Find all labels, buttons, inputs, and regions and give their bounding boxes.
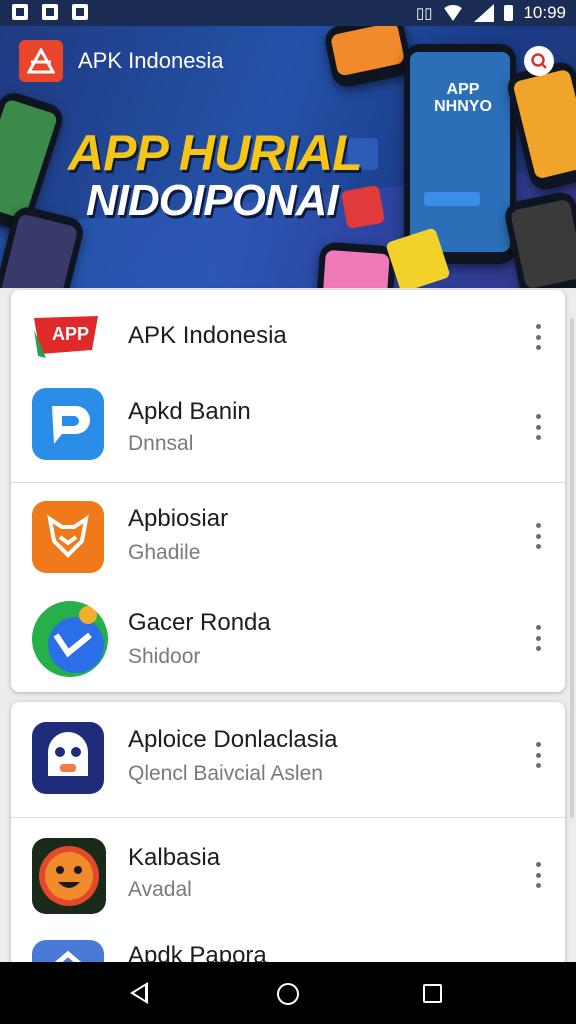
app-subtitle: Ghadile [128,541,201,564]
notification-icons [12,4,88,20]
message-notification-icon [72,4,88,20]
app-title: APK Indonesia [78,48,224,73]
more-vertical-icon[interactable] [533,742,543,768]
app-list-card: Aploice Donlaclasia Qlencl Baivcial Asle… [11,702,565,972]
app-brand-icon: APP [32,310,104,360]
phone-illustration [0,203,87,288]
banner-headline: APP HURIAL [68,125,363,181]
app-subtitle: Dnnsal [128,432,194,455]
app-subtitle: Avadal [128,878,192,901]
banner-subheadline: NIDOIPONAI [86,176,339,225]
list-item[interactable]: Apkd Banin Dnnsal [11,374,565,482]
navigation-bar [0,962,576,1024]
app-name: Apkd Banin [128,398,251,425]
app-name: Gacer Ronda [128,609,271,636]
more-vertical-icon[interactable] [533,414,543,440]
search-icon[interactable] [524,46,554,76]
fox-shield-icon [32,501,104,573]
list-item[interactable]: Aploice Donlaclasia Qlencl Baivcial Asle… [11,702,565,817]
wifi-icon [442,5,465,21]
app-list-card: APP APK Indonesia Apkd Banin Dnnsal Apbi… [11,290,565,692]
system-icons: ▯▯ 10:99 [416,3,566,23]
chat-badge-icon [32,601,108,677]
status-bar: ▯▯ 10:99 [0,0,576,26]
smiley-face-icon [32,838,106,914]
app-tile-icon [340,184,386,230]
app-name: Kalbasia [128,844,221,871]
list-item[interactable]: Apbiosiar Ghadile [11,483,565,591]
more-vertical-icon[interactable] [533,862,543,888]
phone-illustration [502,189,576,288]
battery-icon [504,5,514,21]
p-app-icon [32,388,104,460]
list-item[interactable]: Gacer Ronda Shidoor [11,591,565,692]
more-vertical-icon[interactable] [533,324,543,350]
status-time: 10:99 [523,3,566,22]
vibrate-icon: ▯▯ [415,5,433,22]
promo-phone-button [424,192,480,206]
phone-illustration [315,241,397,288]
apk-logo-icon [19,40,63,82]
more-vertical-icon[interactable] [533,523,543,549]
home-icon[interactable] [277,983,299,1005]
scrollbar[interactable] [570,318,574,818]
promo-phone-text: APP NHNYO [434,81,492,115]
app-subtitle: Qlencl Baivcial Aslen [128,762,323,785]
app-name: Apbiosiar [128,505,229,532]
list-item[interactable]: APP APK Indonesia [11,290,565,374]
more-vertical-icon[interactable] [533,625,543,651]
check-notification-icon [42,4,58,20]
header-banner: APK Indonesia APP HURIAL NIDOIPONAI APP … [0,26,576,288]
app-name: APK Indonesia [128,322,287,349]
back-icon[interactable] [130,982,148,1004]
ghost-face-icon [32,722,104,794]
image-notification-icon [12,4,28,20]
signal-icon [474,4,495,22]
phone-illustration [322,26,414,90]
list-item[interactable]: Kalbasia Avadal [11,818,565,936]
svg-text:APP: APP [52,324,89,344]
recents-icon[interactable] [423,984,442,1003]
app-subtitle: Shidoor [128,645,201,668]
app-name: Aploice Donlaclasia [128,726,338,753]
